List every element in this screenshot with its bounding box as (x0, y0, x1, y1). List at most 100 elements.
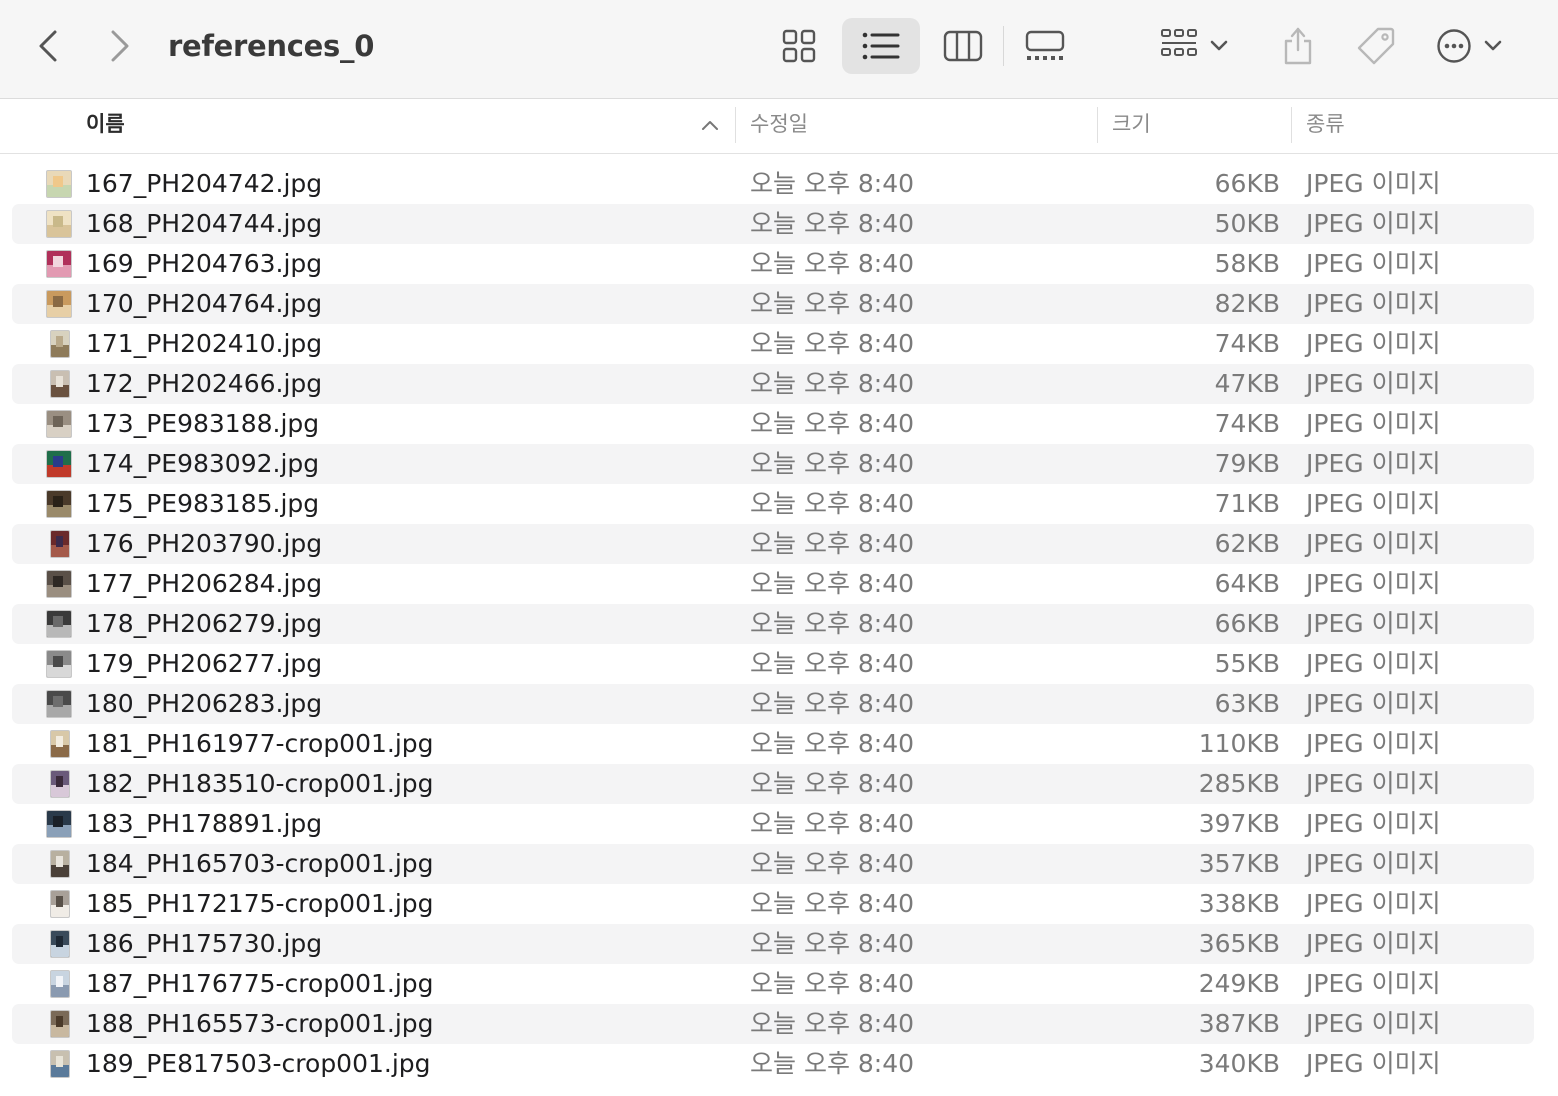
file-size: 387KB (1198, 1009, 1280, 1038)
file-kind: JPEG 이미지 (1306, 569, 1441, 598)
column-view-button[interactable] (934, 22, 992, 70)
file-size: 365KB (1198, 929, 1280, 958)
file-row[interactable]: 170_PH204764.jpg 오늘 오후 8:40 82KB JPEG 이미지 (12, 284, 1534, 324)
list-view-button[interactable] (842, 18, 920, 74)
chevron-left-icon[interactable] (28, 26, 68, 66)
file-row[interactable]: 185_PH172175-crop001.jpg 오늘 오후 8:40 338KB J… (12, 884, 1534, 924)
file-row[interactable]: 172_PH202466.jpg 오늘 오후 8:40 47KB JPEG 이미지 (12, 364, 1534, 404)
file-row[interactable]: 178_PH206279.jpg 오늘 오후 8:40 66KB JPEG 이미지 (12, 604, 1534, 644)
column-date-modified[interactable]: 수정일 (750, 99, 808, 153)
icon-view-button[interactable] (770, 22, 828, 70)
finder-toolbar: references_0 (0, 0, 1558, 99)
file-kind: JPEG 이미지 (1306, 1049, 1441, 1078)
list-icon (862, 32, 900, 60)
file-size: 340KB (1198, 1049, 1280, 1078)
image-thumbnail-icon (46, 210, 72, 238)
file-row[interactable]: 182_PH183510-crop001.jpg 오늘 오후 8:40 285KB J… (12, 764, 1534, 804)
file-row[interactable]: 189_PE817503-crop001.jpg 오늘 오후 8:40 340KB J… (12, 1044, 1534, 1084)
file-size: 79KB (1214, 449, 1280, 478)
file-name: 172_PH202466.jpg (86, 369, 323, 398)
file-name: 189_PE817503-crop001.jpg (86, 1049, 431, 1078)
share-icon (1284, 27, 1312, 65)
image-thumbnail-icon (46, 490, 72, 518)
column-header: 이름 수정일 크기 종류 (0, 99, 1558, 154)
file-row[interactable]: 173_PE983188.jpg 오늘 오후 8:40 74KB JPEG 이미지 (12, 404, 1534, 444)
file-row[interactable]: 171_PH202410.jpg 오늘 오후 8:40 74KB JPEG 이미지 (12, 324, 1534, 364)
column-name[interactable]: 이름 (86, 99, 125, 153)
file-name: 184_PH165703-crop001.jpg (86, 849, 434, 878)
file-row[interactable]: 188_PH165573-crop001.jpg 오늘 오후 8:40 387KB J… (12, 1004, 1534, 1044)
file-row[interactable]: 168_PH204744.jpg 오늘 오후 8:40 50KB JPEG 이미지 (12, 204, 1534, 244)
file-kind: JPEG 이미지 (1306, 289, 1441, 318)
file-row[interactable]: 169_PH204763.jpg 오늘 오후 8:40 58KB JPEG 이미지 (12, 244, 1534, 284)
file-row[interactable]: 167_PH204742.jpg 오늘 오후 8:40 66KB JPEG 이미지 (12, 164, 1534, 204)
file-kind: JPEG 이미지 (1306, 649, 1441, 678)
file-kind: JPEG 이미지 (1306, 609, 1441, 638)
column-kind[interactable]: 종류 (1306, 99, 1345, 153)
file-row[interactable]: 176_PH203790.jpg 오늘 오후 8:40 62KB JPEG 이미지 (12, 524, 1534, 564)
file-kind: JPEG 이미지 (1306, 409, 1441, 438)
file-date-modified: 오늘 오후 8:40 (750, 809, 915, 838)
file-kind: JPEG 이미지 (1306, 809, 1441, 838)
image-thumbnail-icon (50, 1010, 70, 1038)
image-thumbnail-icon (46, 650, 72, 678)
file-size: 58KB (1214, 249, 1280, 278)
image-thumbnail-icon (46, 170, 72, 198)
share-button[interactable] (1274, 20, 1322, 72)
file-name: 170_PH204764.jpg (86, 289, 323, 318)
file-kind: JPEG 이미지 (1306, 769, 1441, 798)
grid-icon (782, 29, 816, 63)
file-row[interactable]: 183_PH178891.jpg 오늘 오후 8:40 397KB JPEG 이미지 (12, 804, 1534, 844)
file-date-modified: 오늘 오후 8:40 (750, 609, 915, 638)
file-row[interactable]: 174_PE983092.jpg 오늘 오후 8:40 79KB JPEG 이미지 (12, 444, 1534, 484)
chevron-right-icon[interactable] (100, 26, 140, 66)
column-divider[interactable] (1097, 107, 1098, 143)
file-date-modified: 오늘 오후 8:40 (750, 689, 915, 718)
file-name: 178_PH206279.jpg (86, 609, 323, 638)
file-name: 188_PH165573-crop001.jpg (86, 1009, 434, 1038)
file-kind: JPEG 이미지 (1306, 729, 1441, 758)
file-size: 63KB (1214, 689, 1280, 718)
file-date-modified: 오늘 오후 8:40 (750, 169, 915, 198)
more-actions-button[interactable] (1436, 22, 1516, 70)
file-date-modified: 오늘 오후 8:40 (750, 209, 915, 238)
file-size: 338KB (1198, 889, 1280, 918)
toolbar-divider (1003, 26, 1004, 66)
file-name: 186_PH175730.jpg (86, 929, 323, 958)
file-row[interactable]: 177_PH206284.jpg 오늘 오후 8:40 64KB JPEG 이미지 (12, 564, 1534, 604)
image-thumbnail-icon (46, 410, 72, 438)
file-kind: JPEG 이미지 (1306, 209, 1441, 238)
window-title: references_0 (168, 29, 375, 63)
file-row[interactable]: 187_PH176775-crop001.jpg 오늘 오후 8:40 249KB J… (12, 964, 1534, 1004)
chevron-down-icon (1484, 40, 1502, 51)
file-date-modified: 오늘 오후 8:40 (750, 569, 915, 598)
file-size: 82KB (1214, 289, 1280, 318)
file-row[interactable]: 175_PE983185.jpg 오늘 오후 8:40 71KB JPEG 이미지 (12, 484, 1534, 524)
image-thumbnail-icon (46, 570, 72, 598)
file-row[interactable]: 179_PH206277.jpg 오늘 오후 8:40 55KB JPEG 이미지 (12, 644, 1534, 684)
file-name: 174_PE983092.jpg (86, 449, 320, 478)
file-name: 167_PH204742.jpg (86, 169, 323, 198)
gallery-view-button[interactable] (1016, 22, 1074, 70)
chevron-up-icon[interactable] (700, 115, 720, 135)
file-date-modified: 오늘 오후 8:40 (750, 889, 915, 918)
column-size[interactable]: 크기 (1112, 99, 1151, 153)
group-by-button[interactable] (1160, 22, 1244, 70)
file-kind: JPEG 이미지 (1306, 929, 1441, 958)
file-row[interactable]: 186_PH175730.jpg 오늘 오후 8:40 365KB JPEG 이미지 (12, 924, 1534, 964)
file-kind: JPEG 이미지 (1306, 969, 1441, 998)
image-thumbnail-icon (50, 730, 70, 758)
image-thumbnail-icon (46, 810, 72, 838)
file-name: 168_PH204744.jpg (86, 209, 323, 238)
file-size: 397KB (1198, 809, 1280, 838)
file-row[interactable]: 181_PH161977-crop001.jpg 오늘 오후 8:40 110KB J… (12, 724, 1534, 764)
file-name: 187_PH176775-crop001.jpg (86, 969, 434, 998)
image-thumbnail-icon (46, 250, 72, 278)
file-row[interactable]: 184_PH165703-crop001.jpg 오늘 오후 8:40 357KB J… (12, 844, 1534, 884)
file-row[interactable]: 180_PH206283.jpg 오늘 오후 8:40 63KB JPEG 이미지 (12, 684, 1534, 724)
column-divider[interactable] (1291, 107, 1292, 143)
image-thumbnail-icon (46, 610, 72, 638)
file-kind: JPEG 이미지 (1306, 249, 1441, 278)
tag-button[interactable] (1352, 22, 1400, 70)
column-divider[interactable] (735, 107, 736, 143)
